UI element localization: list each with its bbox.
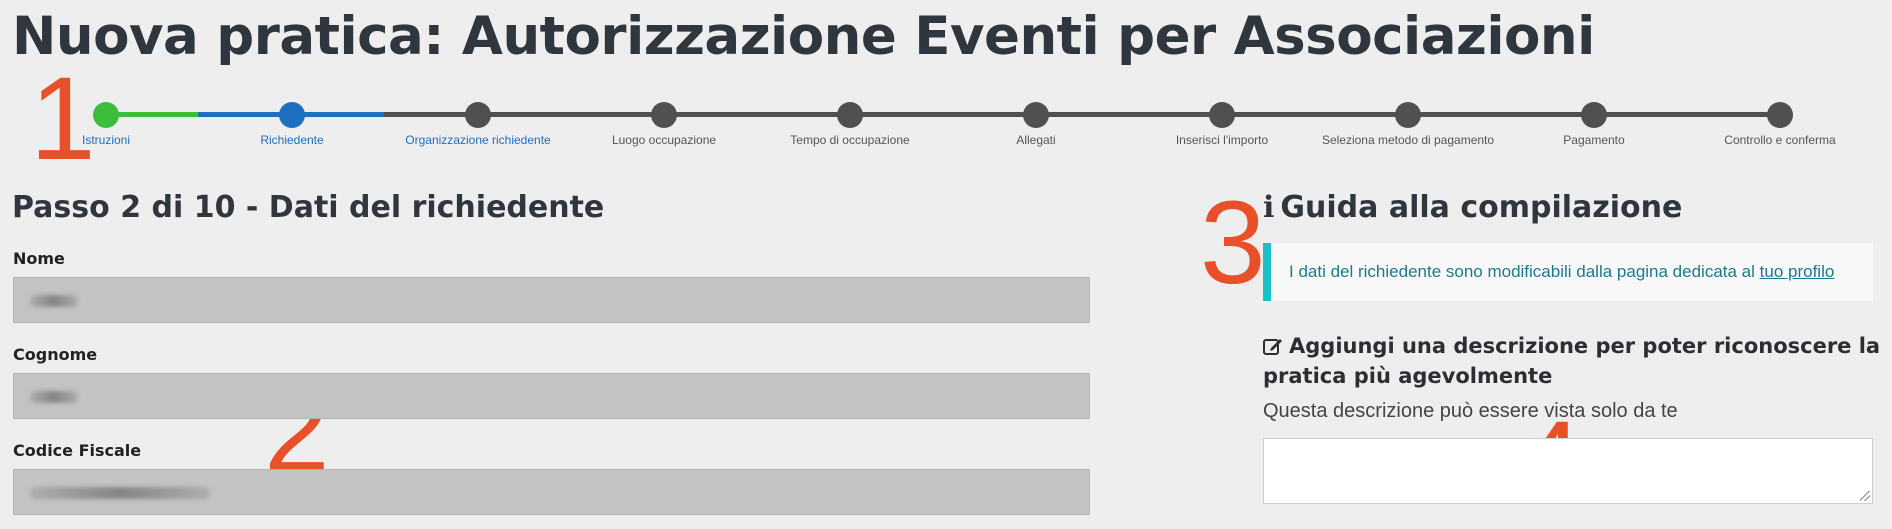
- info-callout: I dati del richiedente sono modificabili…: [1263, 243, 1873, 301]
- cognome-label: Cognome: [13, 345, 98, 364]
- redacted-value: [30, 294, 78, 307]
- step-dot: [465, 102, 491, 128]
- edit-icon: [1263, 334, 1283, 362]
- nome-label: Nome: [13, 249, 65, 268]
- nome-field[interactable]: [13, 277, 1090, 323]
- step-dot: [1767, 102, 1793, 128]
- step-dot: [1581, 102, 1607, 128]
- page-title: Nuova pratica: Autorizzazione Eventi per…: [12, 6, 1595, 67]
- redacted-value: [30, 390, 78, 403]
- description-title-text: Aggiungi una descrizione per poter ricon…: [1263, 334, 1881, 388]
- step-label: Controllo e conferma: [1724, 133, 1836, 147]
- stepper-line-pending: [384, 112, 1780, 117]
- step-dot: [837, 102, 863, 128]
- description-title: Aggiungi una descrizione per poter ricon…: [1263, 332, 1883, 390]
- annotation-number: 3: [1200, 177, 1266, 309]
- step-dot: [1023, 102, 1049, 128]
- section-title: Passo 2 di 10 - Dati del richiedente: [12, 190, 605, 225]
- step-dot: [651, 102, 677, 128]
- step-dot: [1209, 102, 1235, 128]
- stepper-line-done: [106, 112, 198, 117]
- guide-title-text: Guida alla compilazione: [1280, 190, 1683, 225]
- progress-stepper: Istruzioni Richiedente Organizzazione ri…: [0, 95, 1892, 155]
- info-icon: ℹ: [1263, 190, 1275, 225]
- redacted-value: [30, 486, 210, 499]
- callout-text: I dati del richiedente sono modificabili…: [1289, 262, 1755, 281]
- codice-fiscale-label: Codice Fiscale: [13, 441, 142, 460]
- guide-title: ℹ Guida alla compilazione: [1263, 190, 1682, 225]
- annotation-number: 1: [30, 53, 96, 185]
- cognome-field[interactable]: [13, 373, 1090, 419]
- description-textarea[interactable]: [1263, 438, 1873, 504]
- step-dot: [1395, 102, 1421, 128]
- profile-link[interactable]: tuo profilo: [1760, 262, 1835, 281]
- description-hint: Questa descrizione può essere vista solo…: [1263, 400, 1678, 422]
- step-dot: [279, 102, 305, 128]
- step-dot: [93, 102, 119, 128]
- codice-fiscale-field[interactable]: [13, 469, 1090, 515]
- resize-handle[interactable]: [1860, 491, 1870, 501]
